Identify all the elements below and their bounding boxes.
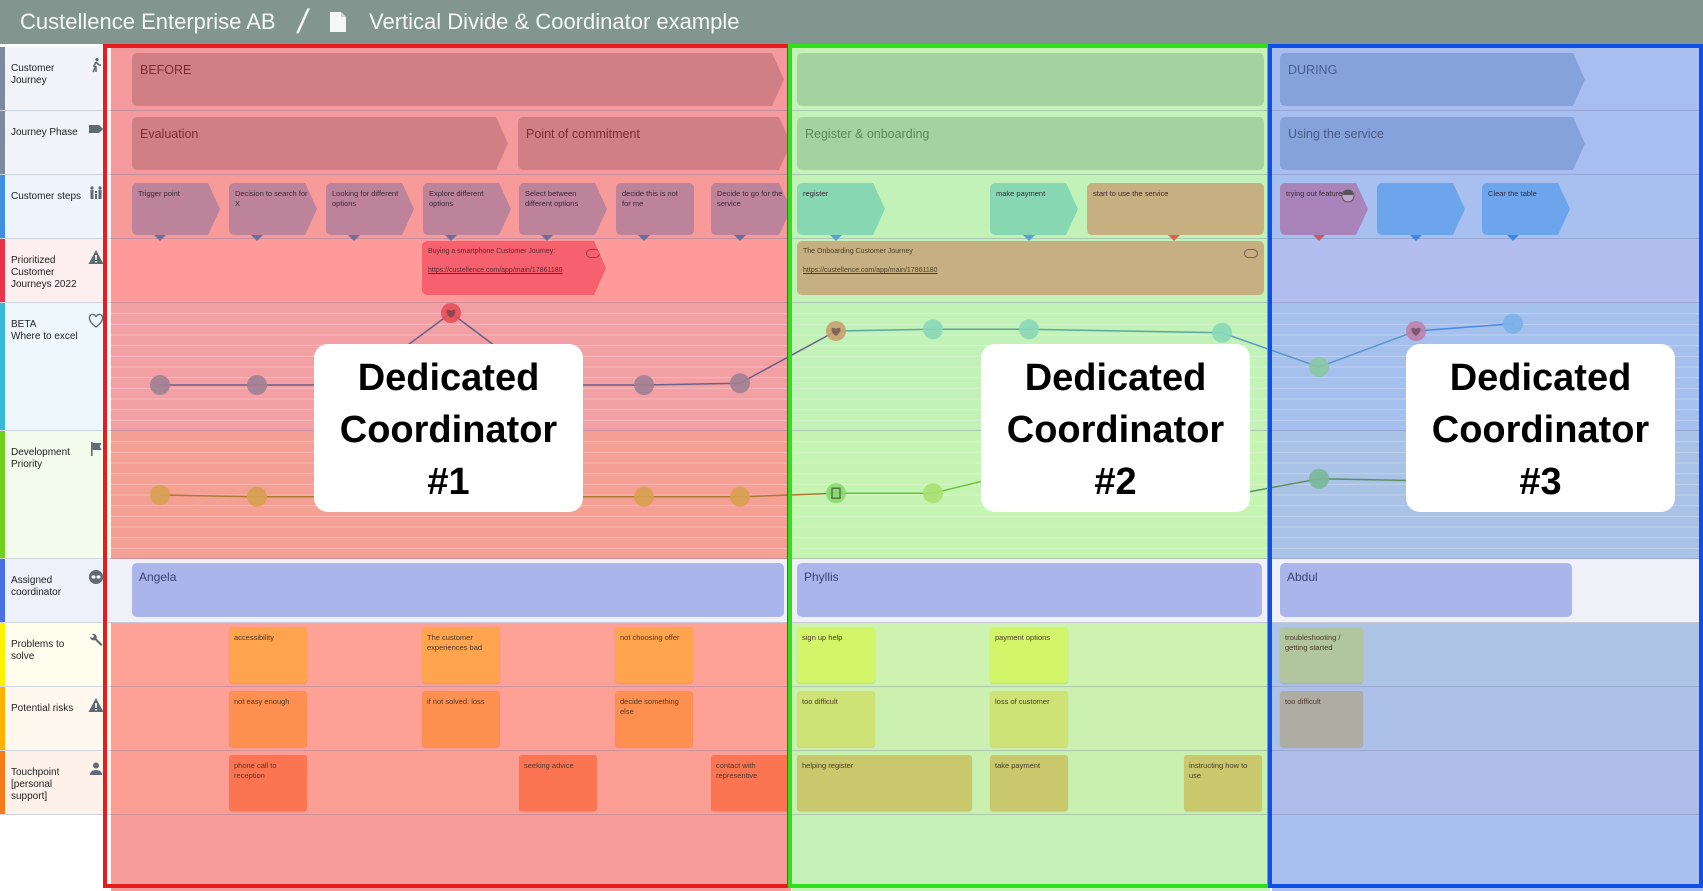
chart-point[interactable] [150,375,170,395]
lane-color-stripe [0,687,5,750]
tag-icon [88,121,104,137]
lane-label[interactable]: Potential risks [0,687,111,751]
lane-title: Touchpoint [personal support] [11,767,60,802]
chart-line-segment [1318,478,1417,482]
coordinator-callout-3: Dedicated Coordinator #3 [1406,344,1675,512]
journey-board: BEFORE Evaluation Point of commitment Tr… [103,44,1703,891]
lane-title: Development Priority [11,447,70,470]
chart-point[interactable] [730,373,750,394]
callout-line: Dedicated [357,357,540,399]
callout-line: Dedicated [1024,357,1207,399]
person-icon [88,761,104,777]
document-icon [330,12,347,32]
lane-color-stripe [0,111,5,174]
wrench-icon [88,633,104,649]
callout-line: #2 [1094,461,1137,503]
chart-point[interactable] [634,375,654,395]
lane-title: Assigned coordinator [11,575,62,598]
lane-title: Customer steps [11,191,82,202]
chart-point[interactable] [1309,357,1329,377]
chart-line-segment [643,382,741,386]
chart-point[interactable] [1309,468,1329,489]
chart-point[interactable] [1019,319,1039,340]
lane-label[interactable]: Customer Journey [0,47,111,111]
chart-point[interactable] [150,485,170,505]
walking-person-icon [88,57,104,73]
chart-point[interactable] [826,483,846,504]
chart-point[interactable] [1503,313,1523,334]
chart-line-segment [1028,328,1223,334]
callout-line: Coordinator [1006,409,1225,451]
lane-sidebar: Customer Journey Journey Phase Customer st… [0,47,111,891]
lane-label[interactable]: Development Priority [0,431,111,559]
coordinator-callout-1: Dedicated Coordinator #1 [314,344,583,512]
callout-line: Coordinator [1431,409,1650,451]
lane-title: Journey Phase [11,127,78,138]
chart-point[interactable] [634,486,654,507]
chart-line-segment [835,328,934,332]
lane-color-stripe [0,559,5,622]
callout-line: #3 [1519,461,1562,503]
top-bar: Custellence Enterprise AB / Vertical Div… [0,0,1703,44]
lane-label[interactable]: Assigned coordinator [0,559,111,623]
document-title[interactable]: Vertical Divide & Coordinator example [369,9,740,35]
lane-title: Potential risks [11,703,74,714]
chart-point[interactable] [923,483,943,504]
chart-point[interactable] [1212,322,1232,343]
heart-outline-icon [88,313,104,329]
callout-line: Dedicated [1449,357,1632,399]
chart-point[interactable] [730,486,750,507]
chart-point[interactable] [247,486,267,507]
lane-label[interactable]: Touchpoint [personal support] [0,751,111,815]
lane-title: Customer Journey [11,63,55,86]
lane-color-stripe [0,751,5,814]
lane-title: Prioritized Customer Journeys 2022 [11,255,77,290]
callout-line: #1 [427,461,470,503]
lane-label[interactable]: Problems to solve [0,623,111,687]
chart-line-segment [739,330,837,384]
flag-icon [88,441,104,457]
lane-label[interactable]: Prioritized Customer Journeys 2022 [0,239,111,303]
lane-label[interactable]: Customer steps [0,175,111,239]
lane-title: BETA Where to excel [11,319,78,342]
chart-point[interactable] [247,375,267,395]
warning-icon [88,249,104,265]
lane-color-stripe [0,175,5,238]
organization-name[interactable]: Custellence Enterprise AB [20,9,276,35]
lane-color-stripe [0,239,5,302]
lane-color-stripe [0,303,5,430]
lane-color-stripe [0,47,5,110]
coordinator-mask-icon [88,569,104,585]
lane-label[interactable]: BETA Where to excel [0,303,111,431]
family-icon [88,185,104,201]
breadcrumb-separator: / [294,2,311,41]
lane-color-stripe [0,623,5,686]
coordinator-callout-2: Dedicated Coordinator #2 [981,344,1250,512]
chart-line-segment [1318,330,1417,368]
callout-line: Coordinator [339,409,558,451]
chart-point[interactable] [923,319,943,340]
lane-label[interactable]: Journey Phase [0,111,111,175]
lane-title: Problems to solve [11,639,65,662]
warning-icon [88,697,104,713]
lane-color-stripe [0,431,5,558]
chart-line-segment [1415,323,1514,332]
